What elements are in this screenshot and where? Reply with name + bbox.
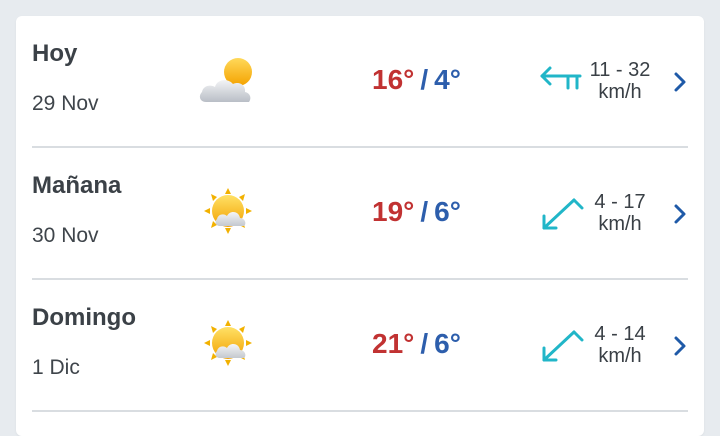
wind-speed: 11 - 32 km/h	[578, 59, 662, 103]
temperature-range: 16°/4°	[372, 64, 461, 96]
temperature-range: 19°/6°	[372, 196, 461, 228]
sunny-few-clouds-icon	[204, 320, 252, 366]
sunny-few-clouds-icon	[204, 188, 252, 234]
row-divider	[32, 410, 688, 412]
day-label: Hoy	[32, 40, 78, 67]
temp-max: 21°	[372, 328, 415, 359]
temp-separator: /	[420, 64, 429, 95]
day-label: Mañana	[32, 172, 122, 199]
southwest-wind-arrow-icon	[542, 330, 584, 362]
temp-min: 6°	[434, 328, 461, 359]
day-label: Domingo	[32, 304, 136, 331]
southwest-wind-arrow-icon	[542, 198, 584, 230]
wind-speed: 4 - 14 km/h	[578, 323, 662, 367]
temp-separator: /	[420, 328, 429, 359]
wind-unit: km/h	[598, 345, 642, 367]
temp-separator: /	[420, 196, 429, 227]
chevron-right-icon[interactable]	[670, 332, 690, 360]
forecast-row-hoy[interactable]: Hoy 29 Nov 16°/4° 11 - 32 km/h	[16, 16, 704, 148]
date-label: 29 Nov	[32, 92, 99, 115]
temperature-range: 21°/6°	[372, 328, 461, 360]
chevron-right-icon[interactable]	[670, 68, 690, 96]
wind-range: 4 - 14	[594, 323, 646, 345]
date-label: 1 Dic	[32, 356, 80, 379]
forecast-card: Hoy 29 Nov 16°/4° 11 - 32 km/h Mañana 30…	[16, 16, 704, 436]
wind-range: 11 - 32	[589, 59, 651, 81]
wind-range: 4 - 17	[594, 191, 646, 213]
chevron-right-icon[interactable]	[670, 200, 690, 228]
wind-unit: km/h	[598, 213, 642, 235]
date-label: 30 Nov	[32, 224, 99, 247]
temp-min: 6°	[434, 196, 461, 227]
partly-cloudy-icon	[199, 58, 252, 102]
forecast-row-domingo[interactable]: Domingo 1 Dic 21° / 6° 4 - 14 km/h	[16, 280, 704, 412]
forecast-row-manana[interactable]: Mañana 30 Nov 19° / 6° 4 - 17 km/h	[16, 148, 704, 280]
west-wind-arrow-icon	[540, 66, 582, 90]
temp-min: 4°	[434, 64, 461, 95]
wind-unit: km/h	[598, 81, 642, 103]
wind-speed: 4 - 17 km/h	[578, 191, 662, 235]
temp-max: 19°	[372, 196, 415, 227]
temp-max: 16°	[372, 64, 415, 95]
